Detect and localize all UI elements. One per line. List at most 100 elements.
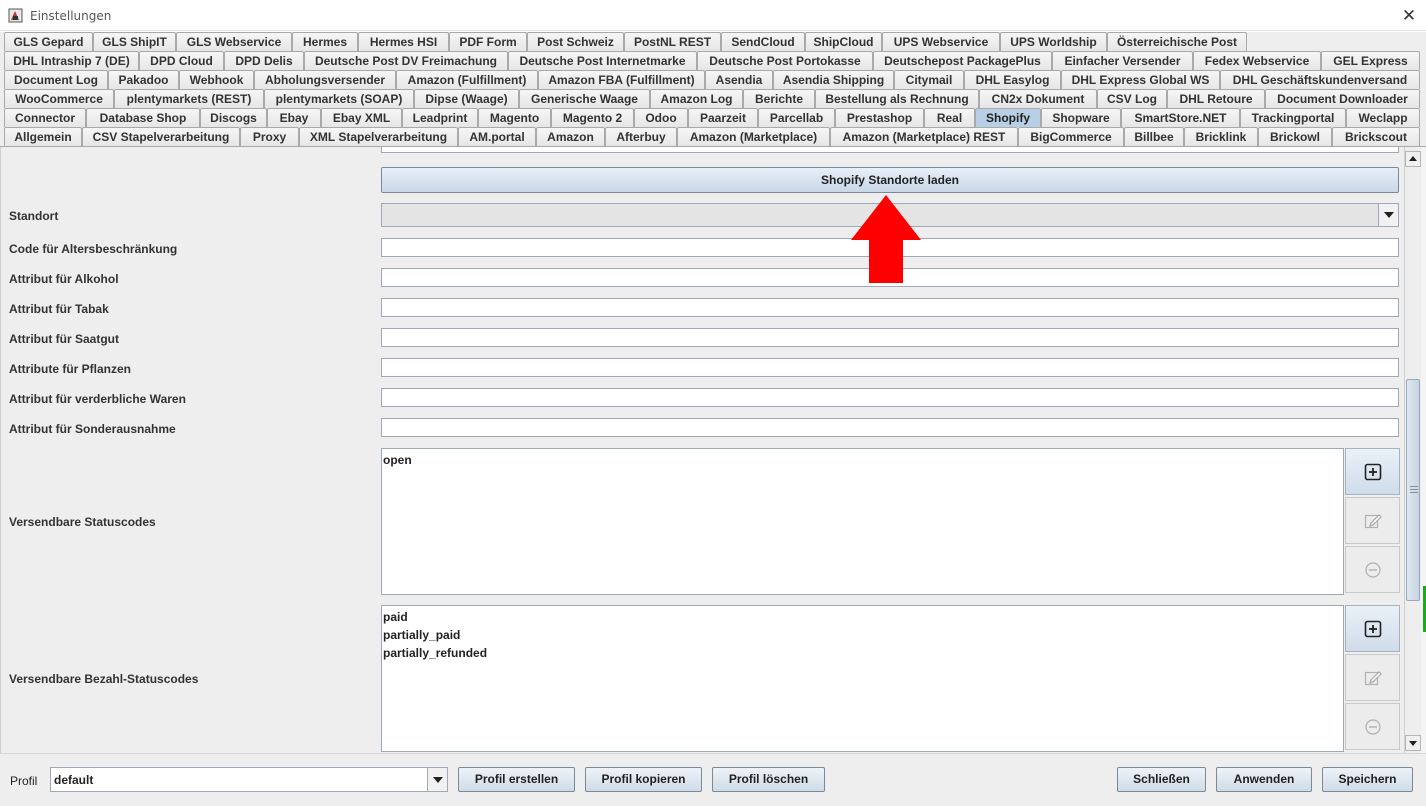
tab-leadprint[interactable]: Leadprint bbox=[402, 108, 478, 127]
tab-afterbuy[interactable]: Afterbuy bbox=[605, 127, 677, 146]
edit-status-code-button[interactable] bbox=[1345, 497, 1400, 544]
tab-gls-webservice[interactable]: GLS Webservice bbox=[176, 32, 292, 51]
tab-dhl-express-global-ws[interactable]: DHL Express Global WS bbox=[1061, 70, 1220, 89]
tab-asendia-shipping[interactable]: Asendia Shipping bbox=[773, 70, 894, 89]
tab-bestellung-als-rechnung[interactable]: Bestellung als Rechnung bbox=[815, 89, 979, 108]
tab-shopify[interactable]: Shopify bbox=[975, 108, 1041, 127]
profil-select[interactable]: default bbox=[50, 767, 448, 792]
tab-sendcloud[interactable]: SendCloud bbox=[721, 32, 805, 51]
tab-berichte[interactable]: Berichte bbox=[743, 89, 815, 108]
apply-button[interactable]: Anwenden bbox=[1216, 767, 1312, 792]
tab-weclapp[interactable]: Weclapp bbox=[1346, 108, 1420, 127]
tab-billbee[interactable]: Billbee bbox=[1124, 127, 1184, 146]
tab-deutsche-post-portokasse[interactable]: Deutsche Post Portokasse bbox=[697, 51, 873, 70]
tab-deutsche-post-dv-freimachung[interactable]: Deutsche Post DV Freimachung bbox=[304, 51, 508, 70]
tab-citymail[interactable]: Citymail bbox=[894, 70, 964, 89]
tab-shopware[interactable]: Shopware bbox=[1041, 108, 1121, 127]
tab-hermes[interactable]: Hermes bbox=[292, 32, 358, 51]
exception-field[interactable] bbox=[381, 418, 1399, 437]
tab-dhl-intraship-7-de[interactable]: DHL Intraship 7 (DE) bbox=[4, 51, 139, 70]
remove-payment-code-button[interactable] bbox=[1345, 703, 1400, 750]
status-codes-list[interactable]: open bbox=[381, 448, 1344, 595]
scroll-up-icon[interactable] bbox=[1405, 151, 1421, 167]
tab-trackingportal[interactable]: Trackingportal bbox=[1240, 108, 1346, 127]
tab-plentymarkets-soap[interactable]: plentymarkets (SOAP) bbox=[264, 89, 414, 108]
tab-cn2x-dokument[interactable]: CN2x Dokument bbox=[979, 89, 1097, 108]
delete-profile-button[interactable]: Profil löschen bbox=[712, 767, 825, 792]
chevron-down-icon[interactable] bbox=[1378, 204, 1398, 226]
tab-post-schweiz[interactable]: Post Schweiz bbox=[527, 32, 624, 51]
tab-dipse-waage[interactable]: Dipse (Waage) bbox=[414, 89, 519, 108]
save-button[interactable]: Speichern bbox=[1322, 767, 1413, 792]
tab-connector[interactable]: Connector bbox=[4, 108, 86, 127]
tab-dpd-cloud[interactable]: DPD Cloud bbox=[139, 51, 224, 70]
tab-allgemein[interactable]: Allgemein bbox=[4, 127, 82, 146]
tab-generische-waage[interactable]: Generische Waage bbox=[519, 89, 650, 108]
tab-document-log[interactable]: Document Log bbox=[4, 70, 108, 89]
list-item[interactable]: partially_refunded bbox=[383, 645, 1342, 663]
tab-postnl-rest[interactable]: PostNL REST bbox=[624, 32, 721, 51]
tab-ebay[interactable]: Ebay bbox=[267, 108, 321, 127]
plants-field[interactable] bbox=[381, 358, 1399, 377]
tab-ups-worldship[interactable]: UPS Worldship bbox=[1000, 32, 1107, 51]
copy-profile-button[interactable]: Profil kopieren bbox=[585, 767, 702, 792]
tab-am-portal[interactable]: AM.portal bbox=[458, 127, 536, 146]
load-locations-button[interactable]: Shopify Standorte laden bbox=[381, 167, 1399, 193]
tab-document-downloader[interactable]: Document Downloader bbox=[1265, 89, 1420, 108]
tab-gel-express[interactable]: GEL Express bbox=[1321, 51, 1420, 70]
tab-smartstore-net[interactable]: SmartStore.NET bbox=[1121, 108, 1240, 127]
tab-proxy[interactable]: Proxy bbox=[240, 127, 299, 146]
tab-bricklink[interactable]: Bricklink bbox=[1184, 127, 1258, 146]
list-item[interactable]: paid bbox=[383, 609, 1342, 627]
tab-gls-shipit[interactable]: GLS ShipIT bbox=[93, 32, 176, 51]
tab-brickowl[interactable]: Brickowl bbox=[1258, 127, 1332, 146]
tab-csv-log[interactable]: CSV Log bbox=[1097, 89, 1167, 108]
close-window-icon[interactable]: ✕ bbox=[1398, 5, 1420, 27]
tab-einfacher-versender[interactable]: Einfacher Versender bbox=[1052, 51, 1193, 70]
tab-xml-stapelverarbeitung[interactable]: XML Stapelverarbeitung bbox=[299, 127, 458, 146]
tab-paarzeit[interactable]: Paarzeit bbox=[688, 108, 758, 127]
tab-prestashop[interactable]: Prestashop bbox=[835, 108, 924, 127]
tab-dhl-geschäftskundenversand[interactable]: DHL Geschäftskundenversand bbox=[1220, 70, 1420, 89]
tab-pakadoo[interactable]: Pakadoo bbox=[108, 70, 179, 89]
vertical-scrollbar[interactable] bbox=[1404, 147, 1421, 753]
tobacco-field[interactable] bbox=[381, 298, 1399, 317]
tab-database-shop[interactable]: Database Shop bbox=[86, 108, 200, 127]
tab-discogs[interactable]: Discogs bbox=[200, 108, 267, 127]
create-profile-button[interactable]: Profil erstellen bbox=[458, 767, 575, 792]
tab-plentymarkets-rest[interactable]: plentymarkets (REST) bbox=[114, 89, 264, 108]
remove-status-code-button[interactable] bbox=[1345, 546, 1400, 593]
tab-amazon-marketplace-rest[interactable]: Amazon (Marketplace) REST bbox=[830, 127, 1018, 146]
add-payment-code-button[interactable] bbox=[1345, 605, 1400, 652]
payment-codes-list[interactable]: paid partially_paid partially_refunded bbox=[381, 605, 1344, 752]
tab-magento[interactable]: Magento bbox=[478, 108, 551, 127]
tab-amazon-marketplace[interactable]: Amazon (Marketplace) bbox=[677, 127, 830, 146]
tab-amazon-fulfillment[interactable]: Amazon (Fulfillment) bbox=[396, 70, 538, 89]
seed-field[interactable] bbox=[381, 328, 1399, 347]
tab-gls-gepard[interactable]: GLS Gepard bbox=[4, 32, 93, 51]
tab-dpd-delis[interactable]: DPD Delis bbox=[224, 51, 304, 70]
add-status-code-button[interactable] bbox=[1345, 448, 1400, 495]
tab-österreichische-post[interactable]: Österreichische Post bbox=[1107, 32, 1247, 51]
tab-deutsche-post-internetmarke[interactable]: Deutsche Post Internetmarke bbox=[508, 51, 697, 70]
tab-asendia[interactable]: Asendia bbox=[705, 70, 773, 89]
scroll-down-icon[interactable] bbox=[1405, 735, 1421, 751]
tab-brickscout[interactable]: Brickscout bbox=[1332, 127, 1420, 146]
tab-magento-2[interactable]: Magento 2 bbox=[551, 108, 634, 127]
tab-shipcloud[interactable]: ShipCloud bbox=[805, 32, 882, 51]
tab-dhl-easylog[interactable]: DHL Easylog bbox=[964, 70, 1061, 89]
tab-parcellab[interactable]: Parcellab bbox=[758, 108, 835, 127]
clipped-field[interactable] bbox=[381, 147, 1399, 153]
tab-deutschepost-packageplus[interactable]: Deutschepost PackagePlus bbox=[873, 51, 1052, 70]
tab-ups-webservice[interactable]: UPS Webservice bbox=[882, 32, 1000, 51]
tab-fedex-webservice[interactable]: Fedex Webservice bbox=[1193, 51, 1321, 70]
close-button[interactable]: Schließen bbox=[1117, 767, 1206, 792]
tab-odoo[interactable]: Odoo bbox=[634, 108, 688, 127]
scroll-thumb[interactable] bbox=[1406, 379, 1420, 601]
tab-amazon[interactable]: Amazon bbox=[536, 127, 605, 146]
tab-webhook[interactable]: Webhook bbox=[179, 70, 254, 89]
perishable-field[interactable] bbox=[381, 388, 1399, 407]
tab-amazon-log[interactable]: Amazon Log bbox=[650, 89, 743, 108]
tab-bigcommerce[interactable]: BigCommerce bbox=[1018, 127, 1124, 146]
tab-pdf-form[interactable]: PDF Form bbox=[449, 32, 527, 51]
